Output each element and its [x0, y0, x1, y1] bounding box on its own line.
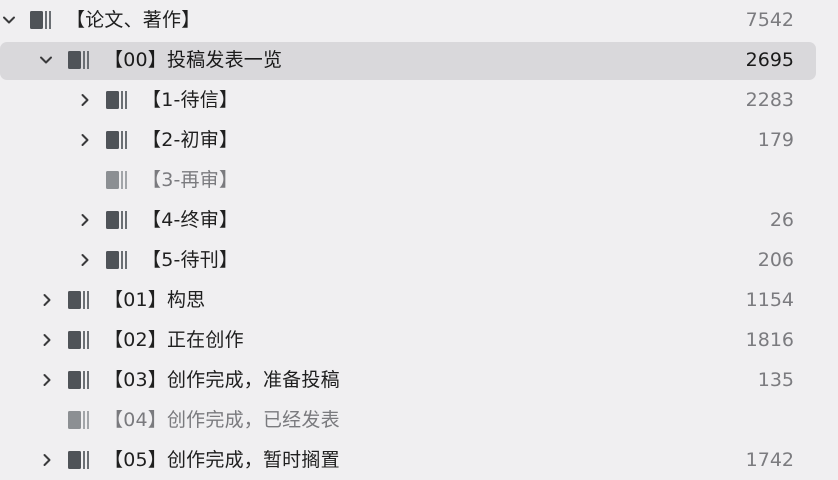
- notebook-stack-icon: [106, 211, 128, 229]
- notebook-stack-icon: [68, 51, 90, 69]
- notebook-stack-icon: [68, 331, 90, 349]
- chevron-right-icon[interactable]: [38, 371, 56, 389]
- notebook-tree: 【论文、著作】 7542 【00】投稿发表一览 2695 【1-待信】 2283: [0, 0, 838, 480]
- tree-row-awaiting[interactable]: 【1-待信】 2283: [0, 80, 838, 120]
- tree-row-label: 【01】构思: [104, 289, 206, 311]
- tree-row-label: 【00】投稿发表一览: [104, 49, 283, 71]
- note-count: 179: [757, 129, 794, 151]
- chevron-right-icon[interactable]: [38, 451, 56, 469]
- tree-row-second-review[interactable]: 【3-再审】: [0, 160, 838, 200]
- note-count: 7542: [745, 9, 794, 31]
- notebook-stack-icon: [30, 11, 52, 29]
- tree-row-to-publish[interactable]: 【5-待刊】 206: [0, 240, 838, 280]
- chevron-right-icon[interactable]: [38, 331, 56, 349]
- notebook-stack-icon: [106, 131, 128, 149]
- notebook-stack-icon: [68, 371, 90, 389]
- tree-row-label: 【5-待刊】: [142, 249, 239, 271]
- tree-row-papers[interactable]: 【论文、著作】 7542: [0, 0, 838, 40]
- notebook-stack-icon: [106, 251, 128, 269]
- tree-row-label: 【4-终审】: [142, 209, 239, 231]
- note-count: 2283: [745, 89, 794, 111]
- tree-row-label: 【1-待信】: [142, 89, 239, 111]
- note-count: 1816: [745, 329, 794, 351]
- tree-row-label: 【02】正在创作: [104, 329, 244, 351]
- tree-row-submissions-overview[interactable]: 【00】投稿发表一览 2695: [0, 40, 838, 80]
- tree-row-label: 【05】创作完成，暂时搁置: [104, 449, 340, 471]
- tree-row-writing[interactable]: 【02】正在创作 1816: [0, 320, 838, 360]
- note-count: 1154: [745, 289, 794, 311]
- tree-row-label: 【04】创作完成，已经发表: [104, 409, 340, 431]
- tree-row-on-hold[interactable]: 【05】创作完成，暂时搁置 1742: [0, 440, 838, 480]
- chevron-right-icon[interactable]: [76, 211, 94, 229]
- chevron-right-icon[interactable]: [76, 91, 94, 109]
- notebook-stack-icon: [106, 91, 128, 109]
- tree-row-label: 【3-再审】: [142, 169, 239, 191]
- tree-row-published[interactable]: 【04】创作完成，已经发表: [0, 400, 838, 440]
- tree-row-ready-to-submit[interactable]: 【03】创作完成，准备投稿 135: [0, 360, 838, 400]
- note-count: 206: [757, 249, 794, 271]
- note-count: 26: [769, 209, 794, 231]
- tree-row-concept[interactable]: 【01】构思 1154: [0, 280, 838, 320]
- notebook-stack-icon: [106, 171, 128, 189]
- tree-row-label: 【论文、著作】: [66, 9, 201, 31]
- chevron-right-icon[interactable]: [76, 251, 94, 269]
- tree-row-final-review[interactable]: 【4-终审】 26: [0, 200, 838, 240]
- tree-row-first-review[interactable]: 【2-初审】 179: [0, 120, 838, 160]
- tree-row-label: 【03】创作完成，准备投稿: [104, 369, 340, 391]
- note-count: 135: [757, 369, 794, 391]
- chevron-right-icon[interactable]: [76, 131, 94, 149]
- notebook-stack-icon: [68, 411, 90, 429]
- note-count: 1742: [745, 449, 794, 471]
- chevron-right-icon[interactable]: [38, 291, 56, 309]
- notebook-stack-icon: [68, 291, 90, 309]
- notebook-stack-icon: [68, 451, 90, 469]
- chevron-down-icon[interactable]: [37, 51, 55, 69]
- note-count: 2695: [745, 49, 794, 71]
- chevron-down-icon[interactable]: [0, 11, 18, 29]
- tree-row-label: 【2-初审】: [142, 129, 239, 151]
